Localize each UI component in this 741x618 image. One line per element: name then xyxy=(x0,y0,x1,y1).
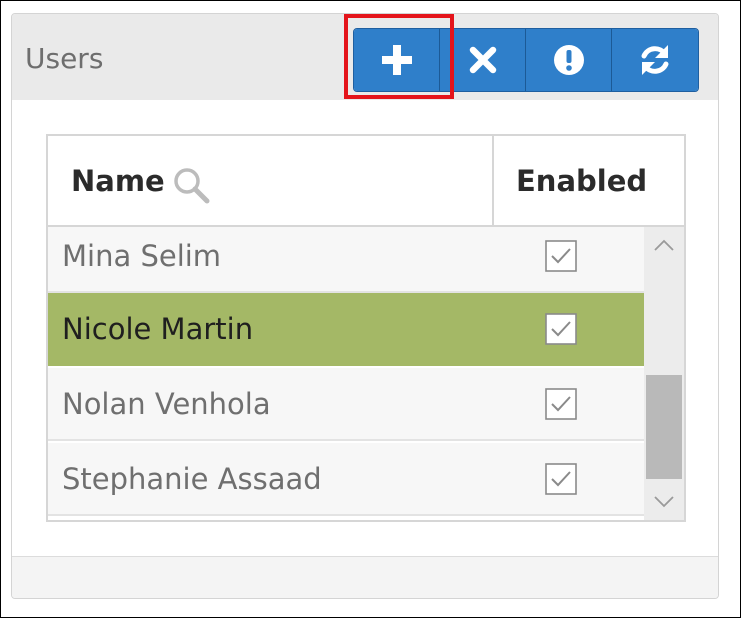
search-icon[interactable] xyxy=(172,166,210,204)
chevron-down-icon xyxy=(654,496,674,508)
add-button[interactable] xyxy=(354,29,440,91)
checkbox-checked-icon[interactable] xyxy=(545,239,577,272)
table-row[interactable]: Nicole Martin xyxy=(48,293,644,366)
row-name: Nolan Venhola xyxy=(62,386,271,421)
table-row[interactable]: Nolan Venhola xyxy=(48,368,644,441)
grid-rows: Mina Selim Nicole Martin Nolan Venhola S… xyxy=(48,227,644,519)
screenshot-frame: Users Name Enabled Mina Selim Nicole Mar… xyxy=(0,0,741,618)
row-name: Nicole Martin xyxy=(62,311,254,346)
exclamation-icon xyxy=(553,45,584,75)
delete-button[interactable] xyxy=(440,29,526,91)
table-row[interactable]: Mina Selim xyxy=(48,227,644,293)
table-row[interactable]: Stephanie Assaad xyxy=(48,443,644,516)
refresh-button[interactable] xyxy=(612,29,698,91)
close-icon xyxy=(469,46,496,74)
users-panel: Users Name Enabled Mina Selim Nicole Mar… xyxy=(11,13,719,599)
row-name: Stephanie Assaad xyxy=(62,461,322,496)
row-name: Mina Selim xyxy=(62,238,222,273)
scrollbar-thumb[interactable] xyxy=(646,375,682,479)
toolbar xyxy=(353,28,699,92)
panel-header: Users xyxy=(12,14,718,100)
checkbox-checked-icon[interactable] xyxy=(545,387,577,420)
panel-footer xyxy=(12,556,718,598)
grid-header: Name Enabled xyxy=(48,136,684,227)
column-header-name-label: Name xyxy=(71,164,165,198)
alert-button[interactable] xyxy=(526,29,612,91)
panel-title: Users xyxy=(25,42,104,75)
scroll-up-button[interactable] xyxy=(644,227,684,263)
scroll-down-button[interactable] xyxy=(644,484,684,520)
vertical-scrollbar[interactable] xyxy=(644,227,684,520)
users-grid: Name Enabled Mina Selim Nicole Martin No… xyxy=(46,134,686,522)
refresh-icon xyxy=(641,45,669,75)
chevron-up-icon xyxy=(654,239,674,251)
column-header-enabled-label: Enabled xyxy=(516,164,648,198)
column-header-enabled[interactable]: Enabled xyxy=(494,136,684,225)
plus-icon xyxy=(381,45,412,75)
checkbox-checked-icon[interactable] xyxy=(545,312,577,345)
column-header-name[interactable]: Name xyxy=(48,136,494,225)
checkbox-checked-icon[interactable] xyxy=(545,462,577,495)
